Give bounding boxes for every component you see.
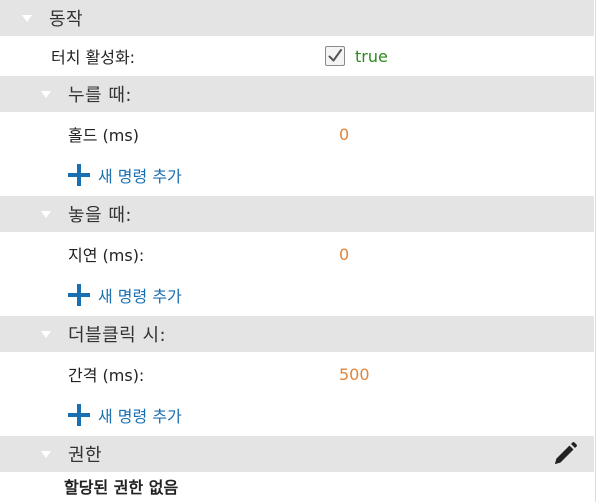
subsection-header-on-press[interactable]: 누를 때: bbox=[0, 76, 594, 112]
add-command-row-on-press: 새 명령 추가 bbox=[0, 155, 594, 195]
section-header-permissions[interactable]: 권한 bbox=[0, 436, 594, 472]
properties-panel: 동작 터치 활성화: true 누를 때: 홀드 (ms) 0 새 명령 추가 … bbox=[0, 0, 596, 502]
plus-icon bbox=[68, 404, 90, 426]
property-value-touch-enabled: true bbox=[355, 46, 388, 66]
triangle-down-icon[interactable] bbox=[41, 90, 51, 98]
section-title-behavior: 동작 bbox=[49, 9, 84, 30]
pencil-icon[interactable] bbox=[551, 440, 579, 468]
add-command-row-on-release: 새 명령 추가 bbox=[0, 275, 594, 315]
subsection-header-on-double-click[interactable]: 더블클릭 시: bbox=[0, 316, 594, 352]
triangle-down-icon[interactable] bbox=[41, 210, 51, 218]
subsection-title-on-press: 누를 때: bbox=[68, 85, 132, 106]
subsection-title-on-double-click: 더블클릭 시: bbox=[68, 325, 167, 346]
section-title-permissions: 권한 bbox=[68, 445, 103, 466]
triangle-down-icon[interactable] bbox=[41, 450, 51, 458]
property-label-interval: 간격 (ms): bbox=[68, 366, 145, 385]
property-row-touch-enabled: 터치 활성화: true bbox=[0, 36, 594, 76]
plus-icon bbox=[68, 284, 90, 306]
triangle-down-icon[interactable] bbox=[22, 14, 32, 22]
permissions-empty-row: 할당된 권한 없음 bbox=[0, 470, 594, 502]
property-value-interval[interactable]: 500 bbox=[339, 365, 370, 384]
permissions-empty-text: 할당된 권한 없음 bbox=[64, 478, 179, 497]
property-label-delay: 지연 (ms): bbox=[68, 246, 145, 265]
property-row-hold: 홀드 (ms) 0 bbox=[0, 114, 594, 154]
touch-enabled-checkbox[interactable] bbox=[325, 46, 345, 66]
property-value-hold[interactable]: 0 bbox=[339, 125, 349, 144]
subsection-title-on-release: 놓을 때: bbox=[68, 205, 132, 226]
triangle-down-icon[interactable] bbox=[41, 330, 51, 338]
add-command-label: 새 명령 추가 bbox=[98, 167, 182, 186]
property-label-hold: 홀드 (ms) bbox=[68, 126, 139, 145]
add-command-button-on-double-click[interactable]: 새 명령 추가 bbox=[68, 403, 182, 427]
property-row-interval: 간격 (ms): 500 bbox=[0, 354, 594, 394]
subsection-header-on-release[interactable]: 놓을 때: bbox=[0, 196, 594, 232]
section-header-behavior[interactable]: 동작 bbox=[0, 0, 594, 36]
checkmark-icon bbox=[328, 49, 342, 62]
add-command-label: 새 명령 추가 bbox=[98, 287, 182, 306]
property-value-delay[interactable]: 0 bbox=[339, 245, 349, 264]
plus-icon bbox=[68, 164, 90, 186]
property-row-delay: 지연 (ms): 0 bbox=[0, 234, 594, 274]
add-command-row-on-double-click: 새 명령 추가 bbox=[0, 395, 594, 435]
add-command-button-on-release[interactable]: 새 명령 추가 bbox=[68, 283, 182, 307]
property-label-touch-enabled: 터치 활성화: bbox=[51, 48, 136, 67]
add-command-label: 새 명령 추가 bbox=[98, 407, 182, 426]
add-command-button-on-press[interactable]: 새 명령 추가 bbox=[68, 163, 182, 187]
